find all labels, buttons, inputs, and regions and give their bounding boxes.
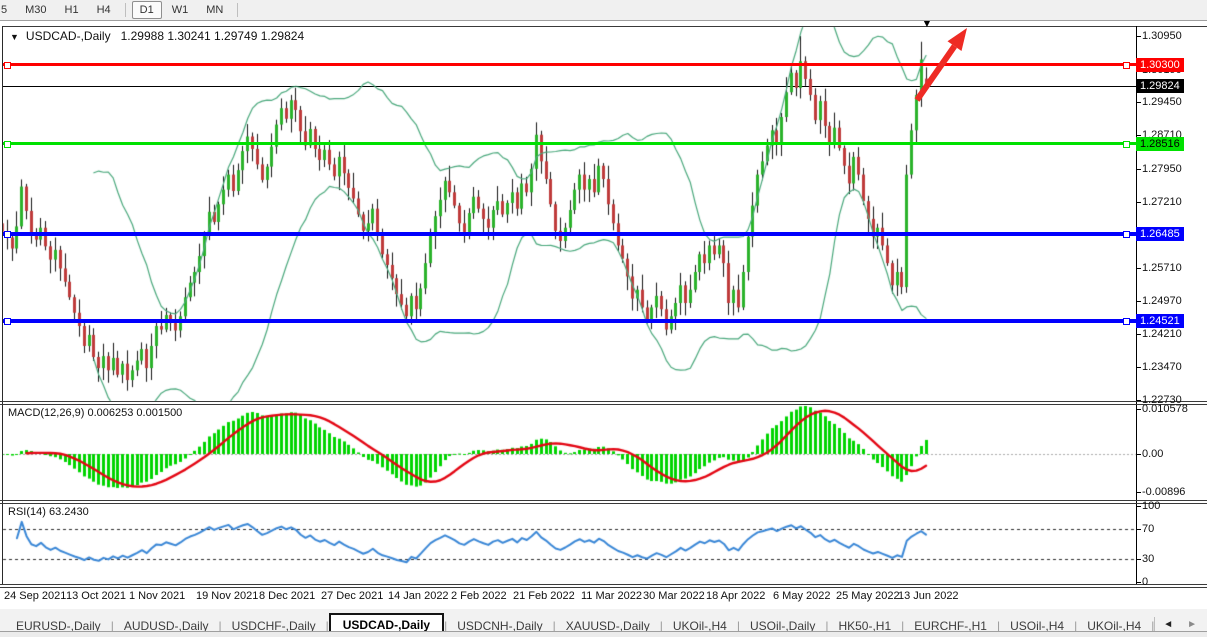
price-axis-tick: [1136, 36, 1141, 37]
price-axis-line: [1136, 26, 1137, 585]
chart-title: ▼ USDCAD-,Daily 1.29988 1.30241 1.29749 1.…: [10, 29, 304, 43]
rsi-axis-label: 0: [1142, 576, 1148, 588]
toolbar-separator: [125, 3, 126, 17]
bottom-strip: [0, 631, 1207, 637]
date-axis-label: 30 Mar 2022: [643, 590, 705, 602]
separator-rsi-dates-a: [0, 584, 1207, 585]
separator-main-macd-b: [0, 404, 1207, 405]
timeframe-button-m30[interactable]: M30: [17, 1, 54, 19]
macd-axis-tick: [1136, 492, 1141, 493]
date-axis-label: 14 Jan 2022: [388, 590, 449, 602]
price-axis-tick: [1136, 367, 1141, 368]
price-axis-label: 1.30950: [1142, 30, 1182, 42]
hline-handle-left[interactable]: [4, 62, 11, 69]
separator-macd-rsi-a: [0, 500, 1207, 501]
hline-handle-left[interactable]: [4, 231, 11, 238]
chart-dropdown-icon[interactable]: ▼: [10, 32, 19, 42]
price-axis-label: 1.24970: [1142, 295, 1182, 307]
rsi-name: RSI(14): [8, 506, 46, 518]
main-pane-top-border: [2, 26, 1207, 27]
macd-axis-label: 0.010578: [1142, 403, 1188, 415]
date-axis-label: 27 Dec 2021: [321, 590, 383, 602]
date-axis-label: 6 May 2022: [773, 590, 830, 602]
macd-axis-tick: [1136, 409, 1141, 410]
hline-handle-left[interactable]: [4, 141, 11, 148]
rsi-axis-tick: [1136, 529, 1141, 530]
timeframe-button-mn[interactable]: MN: [198, 1, 231, 19]
rsi-axis-label: 30: [1142, 553, 1154, 565]
hline-handle-left[interactable]: [4, 318, 11, 325]
tab-scroll-left-icon[interactable]: ◄: [1163, 619, 1173, 630]
hline-handle-right[interactable]: [1123, 318, 1130, 325]
date-axis-label: 18 Apr 2022: [706, 590, 765, 602]
hline-handle-right[interactable]: [1123, 62, 1130, 69]
tab-scroll-right-icon[interactable]: ►: [1187, 619, 1197, 630]
date-axis-label: 13 Oct 2021: [66, 590, 126, 602]
price-axis-label: 1.24210: [1142, 328, 1182, 340]
rsi-axis-tick: [1136, 559, 1141, 560]
date-axis-label: 8 Dec 2021: [259, 590, 315, 602]
timeframe-button-h4[interactable]: H4: [89, 1, 119, 19]
timeframe-button-h1[interactable]: H1: [57, 1, 87, 19]
hline-support-blue-lower[interactable]: [3, 319, 1136, 323]
hline-handle-right[interactable]: [1123, 141, 1130, 148]
rsi-axis-label: 70: [1142, 523, 1154, 535]
price-axis-tick: [1136, 169, 1141, 170]
mt4-chart-window: 5M30H1H4 D1W1MN ▼ USDCAD-,Daily 1.29988 1.3…: [0, 0, 1207, 637]
price-axis-tick: [1136, 301, 1141, 302]
separator-rsi-dates-b: [0, 587, 1207, 588]
price-axis-tick: [1136, 400, 1141, 401]
price-axis-label: 1.23470: [1142, 361, 1182, 373]
hline-handle-right[interactable]: [1123, 231, 1130, 238]
macd-label: MACD(12,26,9) 0.006253 0.001500: [8, 407, 182, 419]
macd-axis-label: 0.00: [1142, 448, 1163, 460]
date-axis-label: 1 Nov 2021: [129, 590, 185, 602]
timeframe-button-w1[interactable]: W1: [164, 1, 197, 19]
separator-macd-rsi-b: [0, 503, 1207, 504]
timeframe-button-5[interactable]: 5: [0, 1, 15, 19]
date-axis-label: 24 Sep 2021: [4, 590, 66, 602]
price-axis-label: 1.27210: [1142, 196, 1182, 208]
price-axis-label: 1.27950: [1142, 163, 1182, 175]
timeframe-toolbar: 5M30H1H4 D1W1MN: [0, 0, 1207, 21]
price-axis-tick: [1136, 102, 1141, 103]
price-axis-tick: [1136, 135, 1141, 136]
date-axis-label: 2 Feb 2022: [451, 590, 507, 602]
separator-main-macd-a: [0, 401, 1207, 402]
rsi-current-value: 63.2430: [49, 506, 89, 518]
price-axis-tick: [1136, 268, 1141, 269]
rsi-axis-tick: [1136, 582, 1141, 583]
macd-axis-label: -0.00896: [1142, 486, 1185, 498]
price-tag-blue: 1.24521: [1136, 314, 1184, 328]
tab-scroll-controls: ◄ ►: [1146, 617, 1197, 631]
macd-axis-tick: [1136, 454, 1141, 455]
price-tag-black: 1.29824: [1136, 79, 1184, 93]
macd-current-values: 0.006253 0.001500: [87, 407, 182, 419]
price-tag-blue: 1.26485: [1136, 227, 1184, 241]
price-tag-red: 1.30300: [1136, 58, 1184, 72]
tab-scroll-separator: [1154, 617, 1155, 631]
chart-symbol-label: USDCAD-,Daily: [26, 29, 111, 43]
chart-left-border: [2, 26, 3, 585]
price-axis-tick: [1136, 334, 1141, 335]
price-axis-label: 1.29450: [1142, 96, 1182, 108]
date-axis-label: 19 Nov 2021: [196, 590, 258, 602]
rsi-label: RSI(14) 63.2430: [8, 506, 89, 518]
price-axis-label: 1.25710: [1142, 262, 1182, 274]
date-axis-label: 25 May 2022: [836, 590, 900, 602]
toolbar-separator: [237, 3, 238, 17]
date-axis-label: 13 Jun 2022: [898, 590, 959, 602]
timeframe-button-d1[interactable]: D1: [132, 1, 162, 19]
date-axis-label: 11 Mar 2022: [581, 590, 642, 602]
macd-name: MACD(12,26,9): [8, 407, 84, 419]
price-axis-tick: [1136, 202, 1141, 203]
price-tag-green: 1.28516: [1136, 137, 1184, 151]
hline-support-blue-upper[interactable]: [3, 232, 1136, 236]
red-up-arrow-object[interactable]: [902, 18, 982, 110]
rsi-axis-tick: [1136, 506, 1141, 507]
hline-support-green[interactable]: [3, 142, 1136, 145]
rsi-axis-label: 100: [1142, 500, 1160, 512]
chart-ohlc-values: 1.29988 1.30241 1.29749 1.29824: [121, 29, 305, 43]
date-axis-label: 21 Feb 2022: [513, 590, 575, 602]
